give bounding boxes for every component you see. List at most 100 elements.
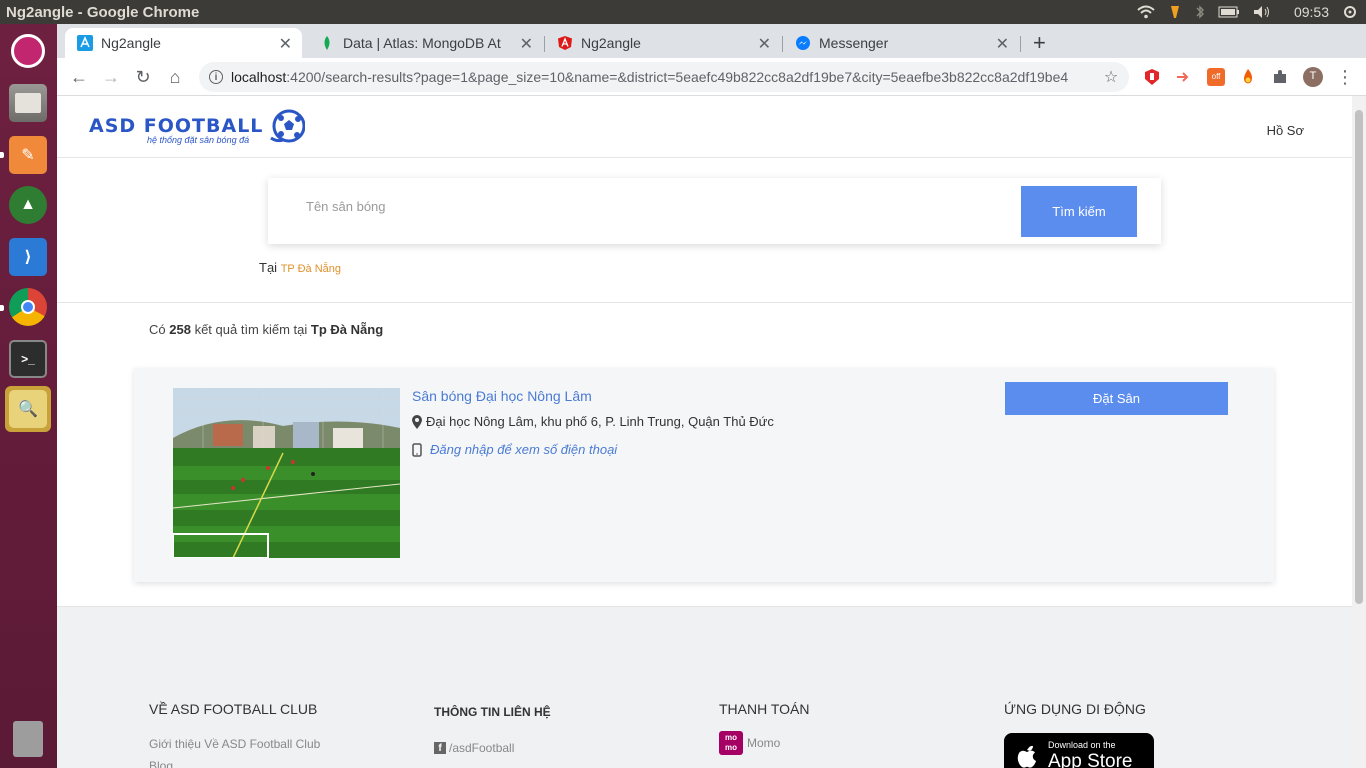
- divider: [57, 302, 1352, 303]
- image-viewer-icon[interactable]: 🔍: [5, 386, 51, 432]
- ubuntu-dash-icon[interactable]: [5, 28, 51, 74]
- tab-label: Ng2angle: [581, 35, 641, 51]
- clock[interactable]: 09:53: [1294, 4, 1329, 20]
- running-indicator: [0, 152, 4, 158]
- field-name-link[interactable]: Sân bóng Đại học Nông Lâm: [412, 388, 592, 404]
- book-field-button[interactable]: Đặt Sân: [1005, 382, 1228, 415]
- footer-facebook-link[interactable]: f /asdFootball: [434, 741, 551, 755]
- angular-red-icon: [558, 36, 572, 50]
- os-indicators: 09:53: [1137, 0, 1358, 24]
- location-prefix: Tại: [259, 260, 278, 275]
- result-summary: Có 258 kết quả tìm kiếm tại Tp Đà Nẵng: [149, 322, 383, 337]
- football-field-image: [173, 388, 400, 558]
- chrome-window: Ng2angle ✕ Data | Atlas: MongoDB At ✕ Ng…: [57, 24, 1366, 768]
- url-path: :4200/search-results?page=1&page_size=10…: [286, 69, 1069, 85]
- site-info-icon[interactable]: i: [209, 70, 223, 84]
- address-bar[interactable]: i localhost:4200/search-results?page=1&p…: [199, 62, 1129, 92]
- close-tab-icon[interactable]: ✕: [520, 34, 533, 54]
- volume-icon[interactable]: [1253, 5, 1271, 19]
- field-photo[interactable]: [173, 388, 400, 558]
- web-page: ASD FOOTBALL hệ thống đặt sân bóng đá Hồ…: [57, 96, 1366, 768]
- profile-avatar[interactable]: T: [1303, 67, 1323, 87]
- footer-blog-link[interactable]: Blog: [149, 759, 320, 768]
- browser-toolbar: ← → ↻ ⌂ i localhost:4200/search-results?…: [57, 58, 1366, 96]
- mobile-phone-icon: [412, 442, 422, 457]
- editor-icon[interactable]: ✎: [5, 132, 51, 178]
- field-name-search-input[interactable]: [306, 196, 906, 216]
- tab-label: Ng2angle: [101, 35, 161, 51]
- field-phone: Đăng nhập để xem số điện thoại: [412, 442, 617, 457]
- page-scrollbar[interactable]: [1352, 96, 1366, 768]
- chrome-icon[interactable]: [5, 284, 51, 330]
- footer-momo-link[interactable]: mo mo Momo: [719, 731, 810, 755]
- close-tab-icon[interactable]: ✕: [279, 34, 292, 54]
- tab-ng2angle-active[interactable]: Ng2angle ✕: [65, 28, 302, 58]
- footer-contact-column: THÔNG TIN LIÊN HỆ f /asdFootball: [434, 701, 551, 755]
- forward-icon[interactable]: →: [99, 65, 123, 89]
- asd-football-logo[interactable]: ASD FOOTBALL hệ thống đặt sân bóng đá: [89, 108, 306, 145]
- vlc-icon[interactable]: [1168, 4, 1182, 20]
- facebook-icon: f: [434, 742, 446, 754]
- momo-icon: mo mo: [719, 731, 743, 755]
- close-tab-icon[interactable]: ✕: [758, 34, 771, 54]
- bookmark-star-icon[interactable]: ☆: [1099, 65, 1123, 89]
- site-header: ASD FOOTBALL hệ thống đặt sân bóng đá Hồ…: [57, 96, 1352, 158]
- angular-blue-icon: [77, 35, 93, 51]
- app-store-badge[interactable]: Download on the App Store: [1004, 733, 1154, 768]
- files-icon[interactable]: [5, 80, 51, 126]
- tab-messenger[interactable]: Messenger ✕: [783, 28, 1019, 58]
- login-to-view-phone-link[interactable]: Đăng nhập để xem số điện thoại: [430, 442, 617, 457]
- new-tab-button[interactable]: +: [1033, 30, 1046, 56]
- close-tab-icon[interactable]: ✕: [996, 34, 1009, 54]
- soccer-ball-logo-icon: [270, 109, 306, 143]
- summary-city: Tp Đà Nẵng: [310, 322, 384, 337]
- unity-launcher: ✎ ▲ ⟩ >_ 🔍: [0, 24, 57, 768]
- terminal-icon[interactable]: >_: [5, 336, 51, 382]
- share-extension-icon[interactable]: [1174, 68, 1192, 86]
- logo-text: ASD FOOTBALL: [89, 115, 264, 137]
- tab-ng2angle[interactable]: Ng2angle ✕: [545, 28, 781, 58]
- fire-extension-icon[interactable]: [1239, 68, 1257, 86]
- chrome-menu-icon[interactable]: ⋮: [1333, 65, 1357, 89]
- footer-payment-column: THANH TOÁN mo mo Momo: [719, 701, 810, 755]
- mongodb-leaf-icon: [324, 36, 330, 50]
- home-icon[interactable]: ⌂: [163, 65, 187, 89]
- messenger-icon: [796, 36, 810, 50]
- tab-strip: Ng2angle ✕ Data | Atlas: MongoDB At ✕ Ng…: [57, 24, 1366, 58]
- appstore-big-text: App Store: [1048, 751, 1133, 768]
- back-icon[interactable]: ←: [67, 65, 91, 89]
- momo-label: Momo: [747, 736, 781, 750]
- result-count: 258: [169, 322, 191, 337]
- summary-prefix: Có: [149, 322, 166, 337]
- footer-contact-heading: THÔNG TIN LIÊN HỆ: [434, 705, 551, 719]
- off-extension-icon[interactable]: off: [1207, 68, 1225, 86]
- adblock-extension-icon[interactable]: [1143, 68, 1161, 86]
- search-button[interactable]: Tìm kiếm: [1021, 186, 1137, 237]
- vscode-icon[interactable]: ⟩: [5, 234, 51, 280]
- profile-link[interactable]: Hồ Sơ: [1267, 123, 1304, 138]
- wifi-icon[interactable]: [1137, 5, 1155, 19]
- tab-label: Data | Atlas: MongoDB At: [343, 35, 501, 51]
- power-gear-icon[interactable]: [1342, 4, 1358, 20]
- reload-icon[interactable]: ↻: [131, 65, 155, 89]
- apple-icon: [1017, 745, 1036, 768]
- field-address: Đại học Nông Lâm, khu phố 6, P. Linh Tru…: [412, 414, 774, 429]
- bluetooth-icon[interactable]: [1195, 4, 1205, 20]
- search-card: Tìm kiếm: [268, 178, 1161, 244]
- tab-label: Messenger: [819, 35, 889, 51]
- footer-about-link[interactable]: Giới thiệu Về ASD Football Club: [149, 737, 320, 751]
- os-top-bar: Ng2angle - Google Chrome 09:53: [0, 0, 1366, 24]
- appstore-small-text: Download on the: [1048, 740, 1116, 750]
- location-filter: Tại TP Đà Nẵng: [259, 260, 341, 275]
- location-city-link[interactable]: TP Đà Nẵng: [281, 263, 341, 275]
- summary-middle: kết quả tìm kiếm tại: [194, 322, 308, 337]
- robo3t-icon[interactable]: ▲: [5, 182, 51, 228]
- field-result-card: Sân bóng Đại học Nông Lâm Đại học Nông L…: [134, 368, 1274, 582]
- footer-payment-heading: THANH TOÁN: [719, 701, 810, 717]
- trash-icon[interactable]: [5, 716, 51, 762]
- battery-icon[interactable]: [1218, 6, 1240, 18]
- puzzle-extensions-icon[interactable]: [1271, 68, 1289, 86]
- tab-mongodb[interactable]: Data | Atlas: MongoDB At ✕: [307, 28, 543, 58]
- scrollbar-thumb[interactable]: [1355, 110, 1363, 604]
- footer-app-heading: ỨNG DỤNG DI ĐỘNG: [1004, 701, 1146, 717]
